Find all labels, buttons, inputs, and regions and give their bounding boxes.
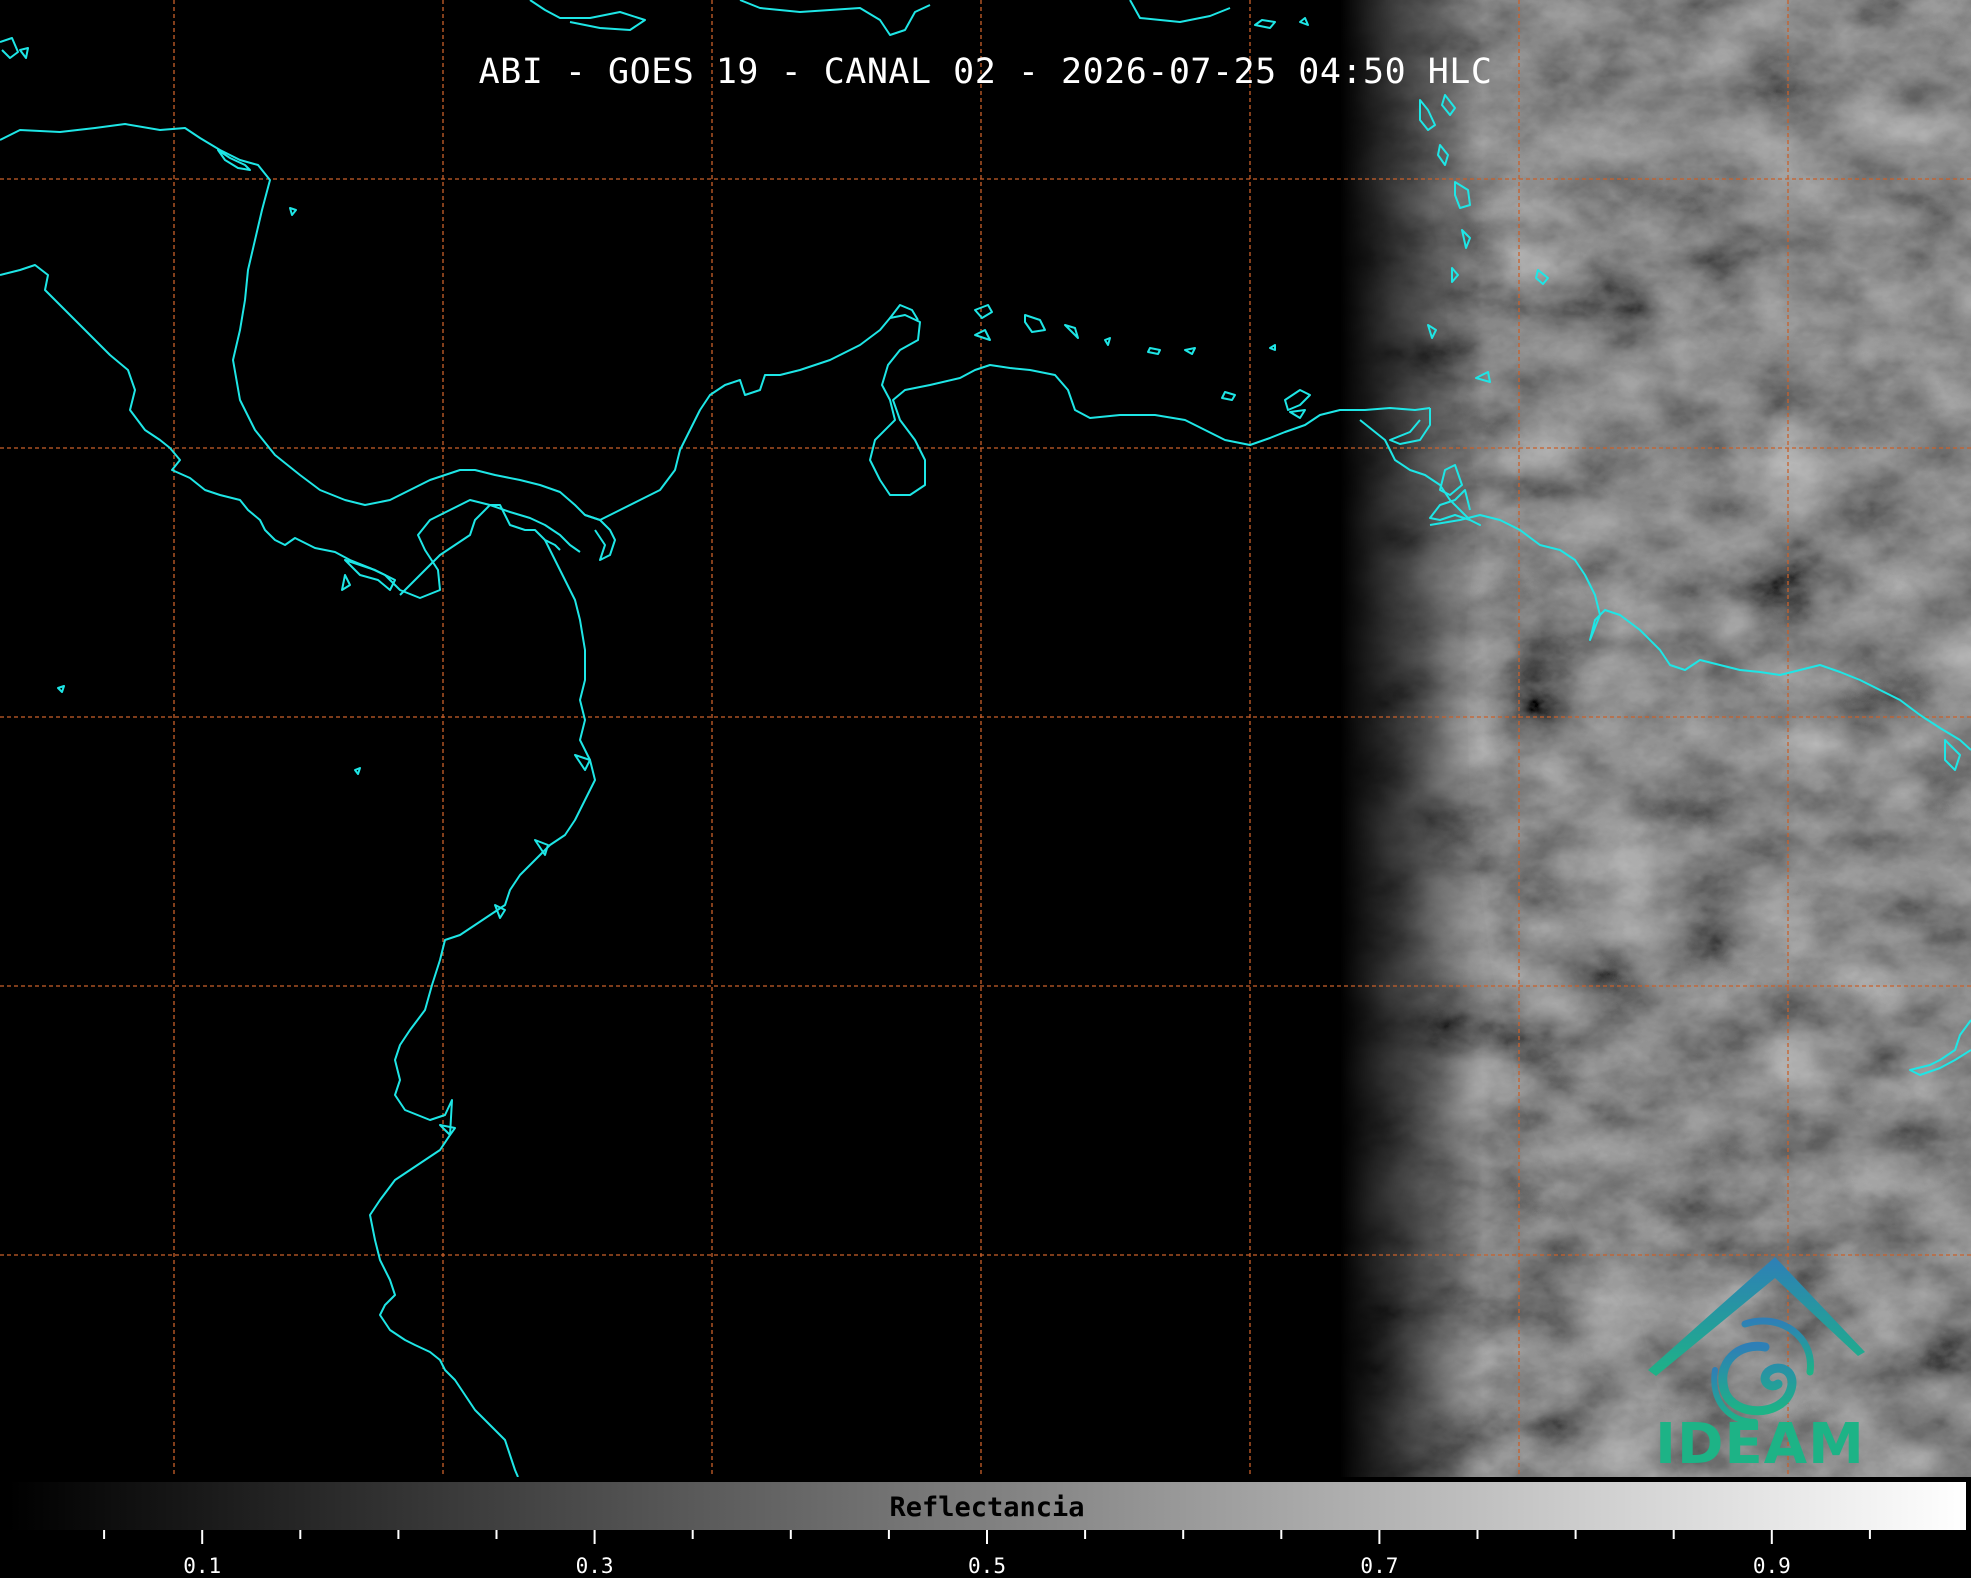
image-title: ABI - GOES 19 - CANAL 02 - 2026-07-25 04… <box>478 52 1493 92</box>
colorbar-label: Reflectancia <box>889 1492 1085 1523</box>
mountain-roof-icon <box>1648 1257 1865 1376</box>
colorbar: Reflectancia <box>6 1480 1968 1532</box>
colorbar-tick-label: 0.7 <box>1360 1554 1399 1578</box>
colorbar-ticks: 0.1 0.3 0.5 0.7 0.9 <box>0 1530 1971 1578</box>
colorbar-tick-marks <box>103 1530 1871 1544</box>
colorbar-tick-label: 0.1 <box>183 1554 222 1578</box>
colorbar-tick-label: 0.9 <box>1752 1554 1791 1578</box>
spiral-wave-icon <box>1711 1317 1814 1425</box>
colorbar-tick-label: 0.3 <box>575 1554 614 1578</box>
logo-text: IDEAM <box>1655 1412 1865 1477</box>
colorbar-tick-label: 0.5 <box>968 1554 1006 1578</box>
